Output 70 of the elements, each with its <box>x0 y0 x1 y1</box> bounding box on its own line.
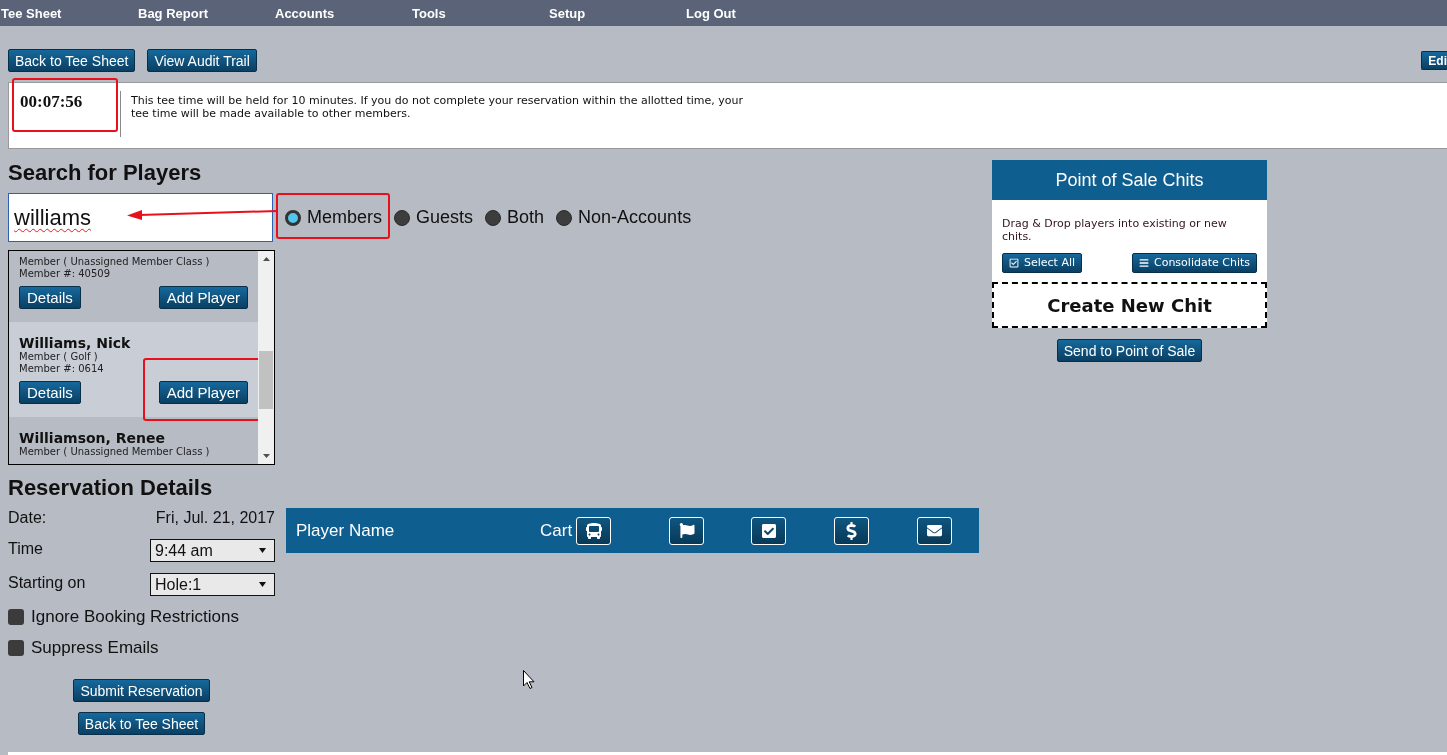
chit-drop-zone[interactable]: Create New Chit <box>992 282 1267 328</box>
send-to-pos-button[interactable]: Send to Point of Sale <box>1056 339 1203 362</box>
scroll-up-arrow-icon[interactable] <box>262 257 270 261</box>
member-number: Member #: 0614 <box>19 363 105 375</box>
checkbox[interactable] <box>8 640 24 656</box>
scroll-down-arrow-icon[interactable] <box>262 454 270 458</box>
details-button[interactable]: Details <box>19 286 81 309</box>
field-label: Time <box>8 538 43 559</box>
member-class: Member ( Golf ) <box>19 351 99 363</box>
checkbox-label: Suppress Emails <box>31 637 159 660</box>
add-player-button[interactable]: Add Player <box>158 286 248 309</box>
radio-label: Non-Accounts <box>578 206 692 229</box>
column-icon-button[interactable] <box>669 516 705 545</box>
radio-label: Members <box>307 206 382 229</box>
scrollbar-thumb[interactable] <box>259 351 273 409</box>
submit-button[interactable]: Submit Reservation <box>73 679 210 702</box>
section-heading: Search for Players <box>8 160 203 186</box>
column-icon-button[interactable] <box>917 516 953 545</box>
details-button[interactable]: Details <box>19 381 81 404</box>
toolbar-button[interactable]: View Audit Trail <box>147 49 257 72</box>
add-player-button[interactable]: Add Player <box>158 381 248 404</box>
member-class: Member ( Unassigned Member Class ) <box>19 256 211 268</box>
select-all-button[interactable]: Select All <box>1002 253 1083 273</box>
radio-button[interactable] <box>556 209 573 226</box>
nav-link[interactable]: Bag Report <box>138 6 209 21</box>
list-lines-icon <box>1139 258 1149 268</box>
column-icon-button[interactable] <box>576 516 612 545</box>
column-icon-button[interactable] <box>751 516 787 545</box>
radio-button[interactable] <box>285 209 301 226</box>
envelope-icon <box>925 523 945 538</box>
toolbar-button[interactable]: Back to Tee Sheet <box>8 49 136 72</box>
radio-button[interactable] <box>394 209 410 226</box>
column-header: Player Name <box>296 520 395 540</box>
bus-icon <box>585 521 602 540</box>
checkbox[interactable] <box>8 609 24 625</box>
member-number: Member #: 40509 <box>19 268 112 280</box>
nav-link[interactable]: Tee Sheet <box>1 6 62 21</box>
section-heading: Reservation Details <box>8 475 214 501</box>
nav-link[interactable]: Tools <box>412 6 446 21</box>
edit-button[interactable]: Edi <box>1421 51 1447 70</box>
checkbox-label: Ignore Booking Restrictions <box>31 606 239 629</box>
scrollbar[interactable] <box>258 251 274 464</box>
caret-icon <box>259 548 266 553</box>
radio-button[interactable] <box>485 209 502 226</box>
consolidate-button[interactable]: Consolidate Chits <box>1132 253 1257 273</box>
flag-icon <box>678 523 695 538</box>
nav-link[interactable]: Setup <box>549 6 586 21</box>
back-button[interactable]: Back to Tee Sheet <box>77 712 206 735</box>
dropdown-select[interactable]: Hole:1 <box>150 573 275 596</box>
mouse-pointer-icon <box>523 670 535 689</box>
dollar-icon <box>846 521 858 540</box>
member-class: Member ( Unassigned Member Class ) <box>19 446 211 458</box>
nav-link[interactable]: Accounts <box>275 6 335 21</box>
column-icon-button[interactable] <box>834 516 870 545</box>
field-label: Starting on <box>8 572 86 593</box>
field-label: Date: <box>8 508 47 528</box>
hold-message: This tee time will be held for 10 minutes. If you do not complete your reservation within the allotted time, your tee time will be made available to other members. <box>131 94 744 122</box>
player-name: Williamson, Renee <box>19 430 166 446</box>
caret-icon <box>259 582 266 587</box>
dropdown-select[interactable]: 9:44 am <box>150 539 275 562</box>
radio-label: Guests <box>416 206 474 229</box>
chits-hint: Drag & Drop players into existing or new chits. <box>1002 217 1228 243</box>
radio-label: Both <box>507 206 545 229</box>
panel-title: Point of Sale Chits <box>1055 168 1204 192</box>
date-value: Fri, Jul. 21, 2017 <box>155 508 275 528</box>
column-header: Cart <box>540 519 573 542</box>
countdown-timer: 00:07:56 <box>20 92 83 112</box>
player-name: Williams, Nick <box>19 335 132 351</box>
nav-link[interactable]: Log Out <box>686 6 736 21</box>
search-field[interactable]: williams <box>8 193 273 242</box>
